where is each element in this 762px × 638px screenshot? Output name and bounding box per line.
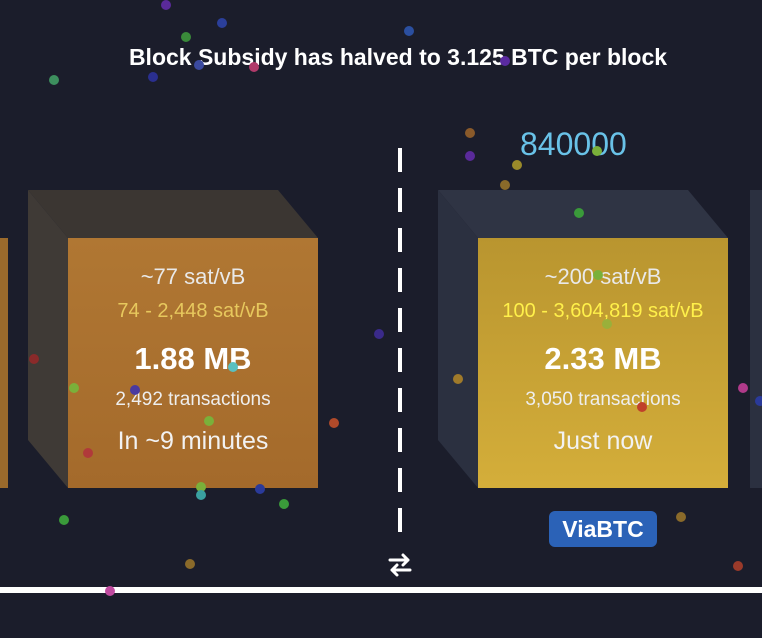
confetti-dot xyxy=(217,18,227,28)
confetti-dot xyxy=(59,515,69,525)
confetti-dot xyxy=(181,32,191,42)
median-fee: ~77 sat/vB xyxy=(140,264,246,289)
mempool-block[interactable]: ~77 sat/vB 74 - 2,448 sat/vB 1.88 MB 2,4… xyxy=(28,190,318,488)
confetti-dot xyxy=(279,499,289,509)
block-height-link[interactable]: 840000 xyxy=(520,126,627,163)
mined-block[interactable]: ~200 sat/vB 100 - 3,604,819 sat/vB 2.33 … xyxy=(438,190,728,488)
block-size: 2.33 MB xyxy=(544,341,662,376)
confetti-dot xyxy=(196,490,206,500)
confetti-dot xyxy=(592,146,602,156)
confetti-dot xyxy=(185,559,195,569)
transaction-count: 3,050 transactions xyxy=(525,389,681,410)
confetti-dot xyxy=(738,383,748,393)
confetti-dot xyxy=(676,512,686,522)
block-left-face xyxy=(28,190,68,488)
headline: Block Subsidy has halved to 3.125 BTC pe… xyxy=(128,44,668,70)
confetti-dot xyxy=(249,62,259,72)
median-fee: ~200 sat/vB xyxy=(544,264,662,289)
confetti-dot xyxy=(500,56,510,66)
block-top-face xyxy=(28,190,318,238)
confetti-dot xyxy=(83,448,93,458)
confetti-dot xyxy=(733,561,743,571)
confetti-dot xyxy=(105,586,115,596)
block-front-face: ~77 sat/vB 74 - 2,448 sat/vB 1.88 MB 2,4… xyxy=(68,238,318,488)
block-front-face: ~200 sat/vB 100 - 3,604,819 sat/vB 2.33 … xyxy=(478,238,728,488)
confetti-dot xyxy=(255,484,265,494)
confetti-dot xyxy=(374,329,384,339)
fee-range: 74 - 2,448 sat/vB xyxy=(117,300,269,322)
confetti-dot xyxy=(29,354,39,364)
partial-block-edge xyxy=(0,238,8,488)
block-eta: In ~9 minutes xyxy=(117,427,269,455)
partial-block-edge-right xyxy=(750,190,762,488)
confetti-dot xyxy=(593,270,603,280)
mining-pool-badge[interactable]: ViaBTC xyxy=(549,511,657,547)
confetti-dot xyxy=(512,160,522,170)
confetti-dot xyxy=(404,26,414,36)
confetti-dot xyxy=(755,396,762,406)
block-left-face xyxy=(438,190,478,488)
confetti-dot xyxy=(148,72,158,82)
confetti-dot xyxy=(465,128,475,138)
confetti-dot xyxy=(49,75,59,85)
confetti-dot xyxy=(228,362,238,372)
block-mined-time: Just now xyxy=(553,427,653,455)
confetti-dot xyxy=(602,319,612,329)
confetti-dot xyxy=(637,402,647,412)
confetti-dot xyxy=(204,416,214,426)
confetti-dot xyxy=(574,208,584,218)
mempool-blockchain-divider xyxy=(398,148,402,538)
confetti-dot xyxy=(69,383,79,393)
confetti-dot xyxy=(453,374,463,384)
confetti-dot xyxy=(130,385,140,395)
confetti-dot xyxy=(194,60,204,70)
confetti-dot xyxy=(329,418,339,428)
confetti-dot xyxy=(161,0,171,10)
confetti-dot xyxy=(465,151,475,161)
swap-arrows-icon[interactable] xyxy=(386,551,414,579)
confetti-dot xyxy=(500,180,510,190)
